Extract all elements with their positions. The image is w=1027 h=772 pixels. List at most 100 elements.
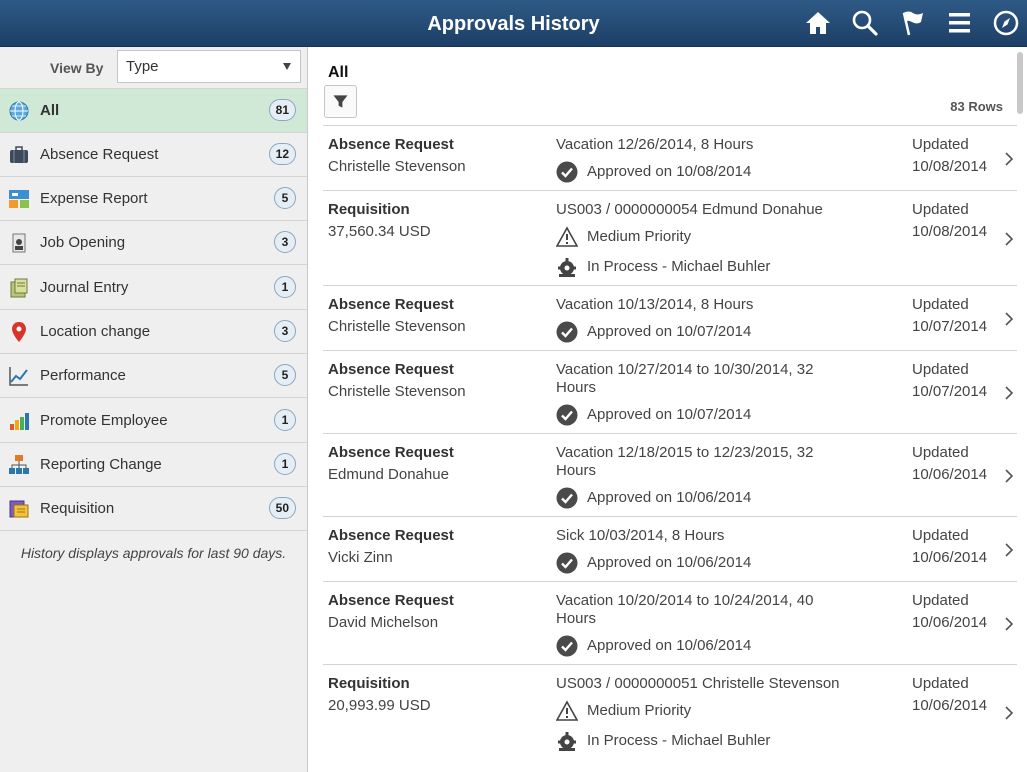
row-date: 10/06/2014 xyxy=(912,697,988,714)
row-type: Absence Request xyxy=(328,136,454,153)
row-priority: Medium Priority xyxy=(555,226,856,248)
view-by-label: View By xyxy=(50,60,104,76)
line-chart-icon xyxy=(8,365,30,387)
row-subject: Vicki Zinn xyxy=(328,549,393,566)
sidebar-item-requisition[interactable]: Requisition 50 xyxy=(0,487,307,531)
sidebar: View By Type All 81 Absence Request 12 E… xyxy=(0,47,308,772)
approval-row[interactable]: Absence Request Christelle Stevenson Vaca… xyxy=(323,350,1017,433)
row-priority-text: Medium Priority xyxy=(587,702,692,719)
row-description: Vacation 10/27/2014 to 10/30/2014, 32 Ho… xyxy=(556,361,814,396)
bar-chart-icon xyxy=(8,410,30,432)
rows-count: 83 Rows xyxy=(950,99,1003,114)
approval-row[interactable]: Absence Request Christelle Stevenson Vaca… xyxy=(323,285,1017,350)
sidebar-item-expense-report[interactable]: Expense Report 5 xyxy=(0,177,307,221)
row-subject: Christelle Stevenson xyxy=(328,158,466,175)
approval-row[interactable]: Absence Request Edmund Donahue Vacation 1… xyxy=(323,433,1017,516)
sidebar-item-absence-request[interactable]: Absence Request 12 xyxy=(0,133,307,177)
row-description: US003 / 0000000051 Christelle Stevenson xyxy=(556,675,840,692)
journal-entry-icon xyxy=(8,277,30,299)
row-subject: Edmund Donahue xyxy=(328,466,449,483)
row-subject: Christelle Stevenson xyxy=(328,383,466,400)
warning-triangle-icon xyxy=(555,226,579,248)
sidebar-item-label: All xyxy=(40,102,60,119)
home-icon[interactable] xyxy=(804,9,832,37)
chevron-right-icon xyxy=(1005,706,1014,720)
approval-row[interactable]: Requisition 37,560.34 USD US003 / 0000000… xyxy=(323,190,1017,285)
row-status: Approved on 10/06/2014 xyxy=(556,552,856,574)
row-description: Sick 10/03/2014, 8 Hours xyxy=(556,527,725,544)
count-badge: 1 xyxy=(274,453,296,475)
chevron-right-icon xyxy=(1005,386,1014,400)
flag-icon[interactable] xyxy=(899,9,927,37)
row-priority: Medium Priority xyxy=(555,700,856,722)
row-status: Approved on 10/07/2014 xyxy=(556,404,826,426)
row-status-text: Approved on 10/07/2014 xyxy=(587,323,752,340)
menu-icon[interactable] xyxy=(946,9,974,37)
row-date: 10/06/2014 xyxy=(912,614,988,631)
navbar-compass-icon[interactable] xyxy=(992,9,1020,37)
approval-row[interactable]: Absence Request Christelle Stevenson Vaca… xyxy=(323,125,1017,190)
row-type: Absence Request xyxy=(328,361,454,378)
sidebar-item-label: Absence Request xyxy=(40,146,159,163)
row-type: Absence Request xyxy=(328,296,454,313)
approved-check-icon xyxy=(556,161,578,183)
row-subject: 37,560.34 USD xyxy=(328,223,431,240)
row-status-text: Approved on 10/06/2014 xyxy=(587,637,752,654)
approved-check-icon xyxy=(556,321,578,343)
row-type: Requisition xyxy=(328,201,410,218)
sidebar-item-label: Location change xyxy=(40,323,151,340)
map-pin-icon xyxy=(8,321,30,343)
row-status: In Process - Michael Buhler xyxy=(556,730,856,752)
org-chart-icon xyxy=(8,454,30,476)
row-type: Requisition xyxy=(328,675,410,692)
chevron-right-icon xyxy=(1005,469,1014,483)
row-subject: 20,993.99 USD xyxy=(328,697,431,714)
scrollbar[interactable] xyxy=(1017,52,1023,114)
row-description: Vacation 12/18/2015 to 12/23/2015, 32 Ho… xyxy=(556,444,814,479)
row-date: 10/06/2014 xyxy=(912,466,988,483)
chevron-right-icon xyxy=(1005,617,1014,631)
sidebar-item-label: Performance xyxy=(40,367,126,384)
view-by-value: Type xyxy=(126,58,159,75)
updated-label: Updated xyxy=(912,136,969,153)
count-badge: 5 xyxy=(274,364,296,386)
view-by-select[interactable]: Type xyxy=(117,50,301,83)
list-title: All xyxy=(328,64,349,81)
updated-label: Updated xyxy=(912,296,969,313)
approval-row[interactable]: Requisition 20,993.99 USD US003 / 0000000… xyxy=(323,664,1017,772)
row-date: 10/08/2014 xyxy=(912,223,988,240)
approvals-list-panel: All 83 Rows Absence Request Christelle St… xyxy=(309,47,1027,772)
count-badge: 3 xyxy=(274,320,296,342)
approval-row[interactable]: Absence Request Vicki Zinn Sick 10/03/201… xyxy=(323,516,1017,581)
approved-check-icon xyxy=(556,552,578,574)
sidebar-item-promote-employee[interactable]: Promote Employee 1 xyxy=(0,399,307,443)
search-icon[interactable] xyxy=(851,9,879,37)
sidebar-item-label: Expense Report xyxy=(40,190,148,207)
row-status-text: Approved on 10/07/2014 xyxy=(587,406,752,423)
chevron-right-icon xyxy=(1005,543,1014,557)
job-opening-icon xyxy=(8,232,30,254)
row-date: 10/07/2014 xyxy=(912,318,988,335)
approval-row[interactable]: Absence Request David Michelson Vacation … xyxy=(323,581,1017,664)
count-badge: 3 xyxy=(274,231,296,253)
updated-label: Updated xyxy=(912,201,969,218)
app-header: Approvals History xyxy=(0,0,1027,47)
updated-label: Updated xyxy=(912,361,969,378)
filter-button[interactable] xyxy=(324,85,357,118)
approved-check-icon xyxy=(556,487,578,509)
sidebar-item-performance[interactable]: Performance 5 xyxy=(0,354,307,398)
sidebar-item-reporting-change[interactable]: Reporting Change 1 xyxy=(0,443,307,487)
history-footnote: History displays approvals for last 90 d… xyxy=(20,545,287,561)
row-date: 10/06/2014 xyxy=(912,549,988,566)
sidebar-item-label: Job Opening xyxy=(40,234,126,251)
sidebar-item-journal-entry[interactable]: Journal Entry 1 xyxy=(0,266,307,310)
chevron-right-icon xyxy=(1005,232,1014,246)
sidebar-item-location-change[interactable]: Location change 3 xyxy=(0,310,307,354)
sidebar-item-job-opening[interactable]: Job Opening 3 xyxy=(0,221,307,265)
sidebar-item-all[interactable]: All 81 xyxy=(0,89,307,133)
in-process-gear-icon xyxy=(556,730,578,752)
filter-icon xyxy=(333,95,348,108)
in-process-gear-icon xyxy=(556,256,578,278)
sidebar-item-label: Requisition xyxy=(40,500,115,517)
updated-label: Updated xyxy=(912,592,969,609)
